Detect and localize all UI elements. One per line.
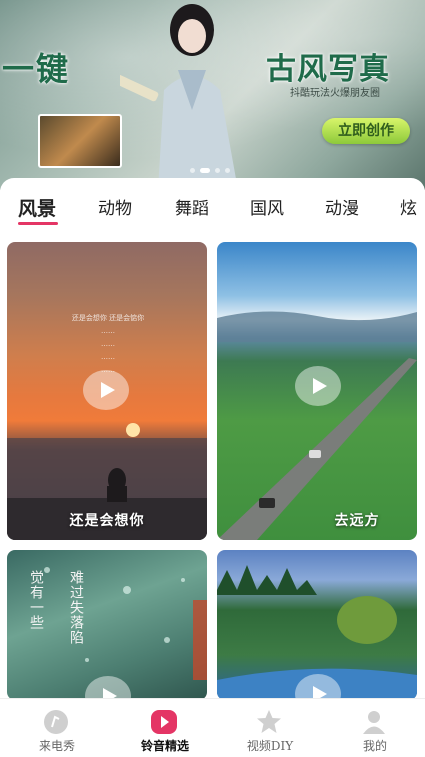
poem-line: …… [101,366,115,374]
banner-figure-illustration [120,4,238,190]
nav-item-video-diy[interactable]: 视频DIY [225,699,315,757]
card-caption: 还是会想你 [69,513,145,529]
banner-sample-thumbnail [38,114,122,168]
carousel-dot-active [200,168,210,173]
promo-banner[interactable]: 一键 古风写真 抖酷玩法火爆朋友圈 立即创作 [0,0,425,190]
tab-anime[interactable]: 动漫 [325,194,359,219]
poem-line: …… [101,353,115,361]
nav-label: 我的 [362,739,387,753]
poem-line: 还是会想你 还是会惦你 [71,314,145,322]
carousel-dot [225,168,230,173]
tab-guofeng[interactable]: 国风 [250,194,284,219]
card-caption: 去远方 [334,513,380,529]
carousel-dot [190,168,195,173]
tab-dance[interactable]: 舞蹈 [175,194,209,219]
poem-line: …… [101,340,115,348]
nav-label: 视频DIY [246,739,294,753]
video-card-forest[interactable] [217,550,417,700]
banner-title-right: 古风写真 [266,52,390,87]
video-card-sunset[interactable]: 还是会想你 [7,242,207,540]
bottom-nav: 来电秀 铃音精选 视频DIY 我的 [0,698,425,757]
nav-item-ringtone-picks[interactable]: 铃音精选 [120,699,210,757]
card-vertical-text: 难过失落陷 [68,570,84,645]
tab-cool[interactable]: 炫 [400,194,417,219]
play-icon [151,710,177,734]
carousel-dot [215,168,220,173]
video-card-road[interactable]: 去远方 [217,242,417,540]
active-tab-indicator [18,222,58,225]
nav-item-caller-show[interactable]: 来电秀 [12,699,102,757]
star-icon [257,710,281,733]
nav-item-mine[interactable]: 我的 [330,699,420,757]
category-tabs: 风景 动物 舞蹈 国风 动漫 炫 [0,194,425,234]
card-poem-text: 还是会想你 还是会惦你 …… …… …… …… [58,312,158,377]
card-vertical-text: 觉有一些 [28,570,44,630]
ringtone-disc-icon [44,710,68,734]
nav-label: 铃音精选 [140,739,189,753]
tab-animals[interactable]: 动物 [98,194,132,219]
nav-label: 来电秀 [38,739,75,753]
banner-subtitle: 抖酷玩法火爆朋友圈 [290,88,380,99]
tab-scenery[interactable]: 风景 [18,194,56,221]
banner-title-left: 一键 [2,50,71,88]
play-icon[interactable] [295,366,341,406]
carousel-indicator [190,168,230,173]
create-now-button[interactable]: 立即创作 [322,118,410,144]
poem-line: …… [101,327,115,335]
user-icon [363,711,385,734]
